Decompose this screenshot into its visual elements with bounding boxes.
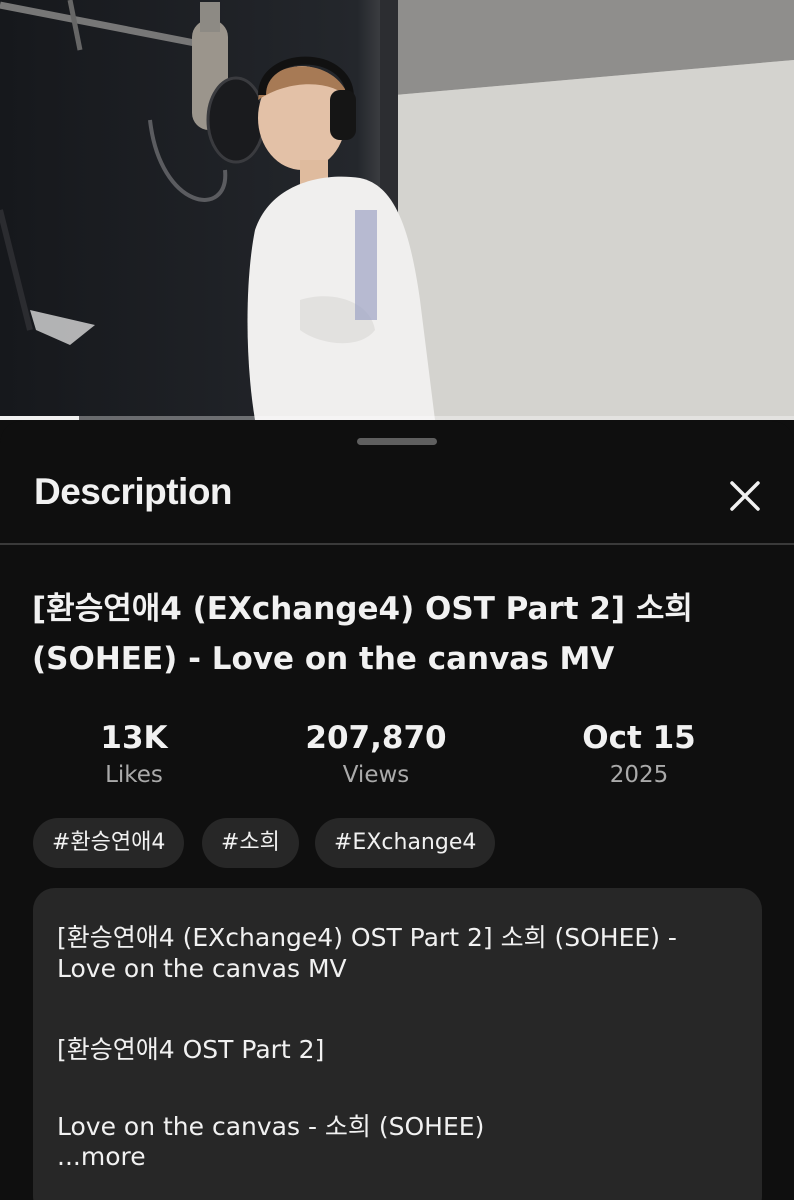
sheet-title: Description <box>34 471 233 512</box>
publish-year: 2025 <box>609 762 669 788</box>
views-label: Views <box>342 762 410 788</box>
publish-date: Oct 15 <box>582 720 696 756</box>
video-player[interactable] <box>0 0 794 420</box>
views-count: 207,870 <box>305 720 447 756</box>
show-more-link[interactable]: ...more <box>57 1142 146 1171</box>
description-box[interactable]: [환승연애4 (EXchange4) OST Part 2] 소희 (SOHEE… <box>33 888 762 1200</box>
hashtag-chip[interactable]: #EXchange4 <box>315 818 496 868</box>
description-line: Love on the canvas - 소희 (SOHEE) <box>57 1112 485 1141</box>
stats-row: 13K Likes 207,870 Views Oct 15 2025 <box>0 718 794 798</box>
likes-count: 13K <box>100 720 168 756</box>
progress-bar-fill <box>0 416 80 420</box>
views-stat: 207,870 Views <box>266 718 486 792</box>
drag-handle[interactable] <box>357 438 437 445</box>
likes-stat: 13K Likes <box>24 718 244 792</box>
hashtag-chip[interactable]: #환승연애4 <box>33 818 185 868</box>
description-line: Love on the canvas MV <box>57 954 347 983</box>
video-frame <box>0 0 794 420</box>
video-title: [환승연애4 (EXchange4) OST Part 2] 소희 (SOHEE… <box>32 591 693 677</box>
likes-label: Likes <box>105 762 163 788</box>
divider <box>0 543 794 545</box>
close-icon <box>730 481 760 511</box>
description-sheet: Description [환승연애4 (EXchange4) OST Part … <box>0 421 794 1200</box>
description-line: [환승연애4 (EXchange4) OST Part 2] 소희 (SOHEE… <box>57 923 677 952</box>
description-line: [환승연애4 OST Part 2] <box>57 1035 325 1064</box>
date-stat: Oct 15 2025 <box>529 718 749 792</box>
close-button[interactable] <box>722 473 768 519</box>
hashtag-chip[interactable]: #소희 <box>202 818 299 868</box>
progress-bar[interactable] <box>0 416 794 420</box>
